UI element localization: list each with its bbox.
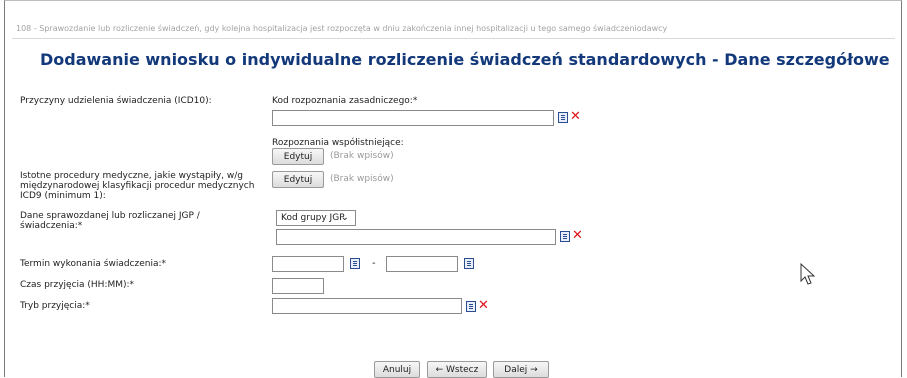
jgp-code-select[interactable]: Kod grupy JGP ⌄	[276, 210, 356, 226]
coexisting-empty-text: (Brak wpisów)	[330, 151, 394, 161]
calendar-icon[interactable]	[464, 258, 474, 269]
back-button[interactable]: ← Wstecz	[427, 361, 487, 378]
admission-time-input[interactable]	[272, 278, 324, 294]
mouse-pointer-icon	[800, 263, 816, 285]
edit-procedures-button[interactable]: Edytuj	[272, 171, 324, 188]
jgp-label: Dane sprawozdanej lub rozliczanej JGP / …	[20, 211, 200, 231]
calendar-icon[interactable]	[350, 258, 360, 269]
list-icon[interactable]	[558, 112, 568, 123]
main-diagnosis-input[interactable]	[272, 110, 554, 126]
clear-icon[interactable]: ✕	[478, 299, 489, 312]
term-label: Termin wykonania świadczenia:*	[20, 259, 167, 269]
chevron-down-icon: ⌄	[340, 212, 349, 223]
term-from-input[interactable]	[272, 256, 344, 272]
edit-coexisting-button[interactable]: Edytuj	[272, 148, 324, 165]
cancel-button[interactable]: Anuluj	[374, 361, 420, 378]
admission-mode-input[interactable]	[272, 298, 462, 314]
jgp-code-input[interactable]	[276, 229, 556, 245]
term-to-input[interactable]	[386, 256, 458, 272]
procedures-empty-text: (Brak wpisów)	[330, 174, 394, 184]
admission-mode-label: Tryb przyjęcia:*	[20, 301, 90, 311]
admission-time-label: Czas przyjęcia (HH:MM):*	[20, 280, 135, 290]
icd9-label: Istotne procedury medyczne, jakie wystąp…	[20, 171, 255, 201]
list-icon[interactable]	[560, 231, 570, 242]
list-icon[interactable]	[466, 301, 476, 312]
clear-icon[interactable]: ✕	[570, 110, 581, 123]
date-separator: -	[372, 258, 376, 269]
breadcrumb: 108 - Sprawozdanie lub rozliczenie świad…	[16, 24, 668, 33]
divider	[12, 38, 895, 39]
coexisting-diagnoses-label: Rozpoznania współistniejące:	[272, 138, 404, 148]
next-button[interactable]: Dalej →	[493, 361, 549, 378]
main-diagnosis-label: Kod rozpoznania zasadniczego:*	[272, 96, 418, 106]
clear-icon[interactable]: ✕	[572, 229, 583, 242]
jgp-select-value: Kod grupy JGP	[281, 213, 345, 223]
page-title: Dodawanie wniosku o indywidualne rozlicz…	[40, 50, 890, 69]
icd10-label: Przyczyny udzielenia świadczenia (ICD10)…	[20, 96, 212, 106]
